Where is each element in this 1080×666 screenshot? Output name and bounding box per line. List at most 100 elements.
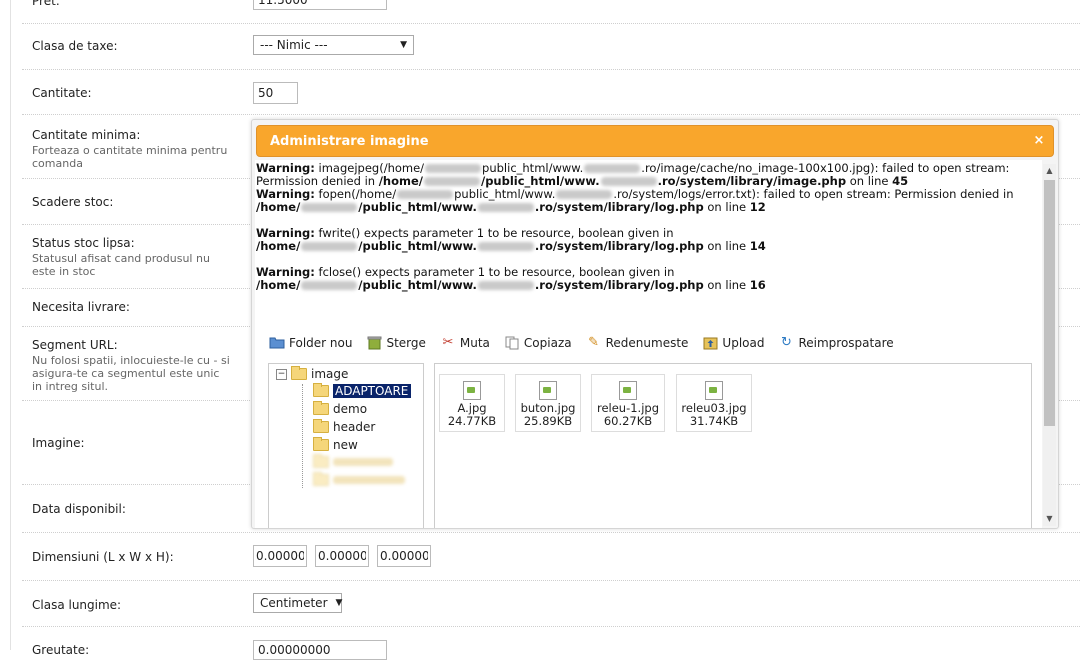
file-size: 31.74KB	[689, 414, 739, 428]
cantitate-minima-title: Cantitate minima:	[32, 128, 141, 142]
image-file-icon	[539, 381, 557, 400]
folder-icon	[313, 401, 329, 415]
row-cantitate: Cantitate:	[22, 69, 1080, 115]
clasa-taxe-value: --- Nimic ---	[260, 38, 328, 52]
cantitate-minima-help: Forteaza o cantitate minima pentru coman…	[32, 144, 228, 170]
file-size: 25.89KB	[523, 414, 573, 428]
php-warnings: Warning: imagejpeg(/home/public_html/www…	[255, 160, 1042, 292]
redenumeste-button[interactable]: ✎ Redenumeste	[586, 335, 688, 351]
folder-nou-label: Folder nou	[289, 336, 353, 350]
image-file-icon	[705, 381, 723, 400]
pret-input[interactable]	[253, 0, 387, 10]
refresh-icon: ↻	[781, 335, 792, 350]
necesita-livrare-label: Necesita livrare:	[32, 300, 130, 314]
folder-icon	[313, 454, 329, 468]
pret-label: Pret:	[32, 0, 60, 8]
clasa-lungime-value: Centimeter	[260, 596, 328, 610]
redacted-label	[333, 458, 393, 466]
row-clasa-lungime: Clasa lungime: Centimeter ▼	[22, 580, 1080, 627]
copy-icon	[504, 336, 520, 350]
redacted-label	[333, 476, 405, 484]
clasa-taxe-label: Clasa de taxe:	[32, 39, 118, 53]
tree-node-label: header	[333, 420, 376, 434]
tree-node-label: demo	[333, 402, 368, 416]
scroll-down-icon[interactable]: ▼	[1043, 512, 1056, 526]
dialog-scrollbar[interactable]: ▲ ▼	[1043, 164, 1056, 526]
tree-node-new[interactable]: new	[313, 437, 358, 452]
greutate-input[interactable]	[253, 640, 387, 660]
chevron-down-icon: ▼	[400, 40, 407, 50]
warning-3: Warning: fwrite() expects parameter 1 to…	[256, 226, 766, 253]
trash-icon	[366, 336, 382, 350]
clasa-taxe-select[interactable]: --- Nimic --- ▼	[253, 35, 414, 55]
folder-nou-button[interactable]: Folder nou	[269, 336, 352, 350]
tree-node-adaptoare[interactable]: ADAPTOARE	[313, 383, 412, 398]
tree-connector	[302, 384, 303, 488]
segment-url-label: Segment URL: Nu folosi spatii, inlocuies…	[32, 338, 232, 393]
file-item[interactable]: buton.jpg 25.89KB	[515, 374, 581, 432]
dimensiuni-label: Dimensiuni (L x W x H):	[32, 550, 174, 564]
page-left-border	[10, 0, 11, 650]
dim-width-input[interactable]	[315, 545, 369, 567]
segment-url-help: Nu folosi spatii, inlocuieste-le cu - si…	[32, 354, 230, 393]
row-dimensiuni: Dimensiuni (L x W x H):	[22, 532, 1080, 581]
dialog-header: Administrare imagine ×	[256, 125, 1054, 157]
folder-tree: − image ADAPTOARE demo header new	[268, 363, 424, 528]
image-file-icon	[619, 381, 637, 400]
new-folder-icon	[269, 336, 285, 350]
muta-button[interactable]: ✂ Muta	[440, 335, 490, 351]
status-stoc-label: Status stoc lipsa: Statusul afisat cand …	[32, 236, 232, 278]
row-pret: Pret:	[22, 0, 1080, 24]
pencil-icon: ✎	[588, 335, 600, 350]
scroll-up-icon[interactable]: ▲	[1043, 164, 1056, 178]
image-file-icon	[463, 381, 481, 400]
tree-node-label: ADAPTOARE	[333, 384, 412, 398]
status-stoc-title: Status stoc lipsa:	[32, 236, 135, 250]
file-list: A.jpg 24.77KB buton.jpg 25.89KB releu-1.…	[434, 363, 1032, 528]
cantitate-minima-label: Cantitate minima: Forteaza o cantitate m…	[32, 128, 242, 170]
close-icon[interactable]: ×	[1031, 133, 1047, 149]
upload-button[interactable]: Upload	[702, 336, 764, 350]
folder-icon	[313, 419, 329, 433]
tree-node-redacted[interactable]	[313, 472, 405, 486]
dialog-title: Administrare imagine	[270, 133, 429, 149]
upload-icon	[702, 336, 718, 350]
folder-icon	[313, 383, 329, 397]
warning-2: Warning: fopen(/home/public_html/www. .ro…	[256, 187, 1014, 214]
dim-height-input[interactable]	[377, 545, 431, 567]
muta-label: Muta	[459, 336, 490, 350]
clasa-lungime-select[interactable]: Centimeter ▼	[253, 593, 342, 613]
folder-icon	[313, 437, 329, 451]
file-item[interactable]: A.jpg 24.77KB	[439, 374, 505, 432]
tree-node-redacted[interactable]	[313, 454, 393, 468]
warning-4: Warning: fclose() expects parameter 1 to…	[256, 265, 766, 292]
scrollbar-thumb[interactable]	[1044, 180, 1055, 426]
scissors-icon: ✂	[442, 335, 454, 350]
file-item[interactable]: releu03.jpg 31.74KB	[676, 374, 752, 432]
greutate-label: Greutate:	[32, 643, 90, 657]
row-clasa-taxe: Clasa de taxe: --- Nimic --- ▼	[22, 23, 1080, 70]
scadere-stoc-label: Scadere stoc:	[32, 195, 114, 209]
chevron-down-icon: ▼	[335, 598, 343, 608]
tree-node-header[interactable]: header	[313, 419, 376, 434]
reimprospatare-button[interactable]: ↻ Reimprospatare	[778, 335, 894, 351]
tree-node-demo[interactable]: demo	[313, 401, 368, 416]
folder-icon	[291, 366, 307, 380]
copiaza-label: Copiaza	[523, 336, 572, 350]
clasa-lungime-label: Clasa lungime:	[32, 598, 122, 612]
cantitate-input[interactable]	[253, 82, 298, 104]
warning-1: Warning: imagejpeg(/home/public_html/www…	[256, 161, 1010, 188]
data-disponibil-label: Data disponibil:	[32, 502, 126, 516]
collapse-icon[interactable]: −	[276, 368, 287, 380]
dim-length-input[interactable]	[253, 545, 307, 567]
file-size: 24.77KB	[447, 414, 497, 428]
file-item[interactable]: releu-1.jpg 60.27KB	[591, 374, 665, 432]
copiaza-button[interactable]: Copiaza	[504, 336, 572, 350]
dialog-body: Warning: imagejpeg(/home/public_html/www…	[255, 160, 1042, 528]
sterge-label: Sterge	[386, 336, 426, 350]
tree-node-image[interactable]: − image	[276, 366, 348, 381]
upload-label: Upload	[722, 336, 765, 350]
folder-icon	[313, 472, 329, 486]
sterge-button[interactable]: Sterge	[366, 336, 426, 350]
segment-url-title: Segment URL:	[32, 338, 118, 352]
